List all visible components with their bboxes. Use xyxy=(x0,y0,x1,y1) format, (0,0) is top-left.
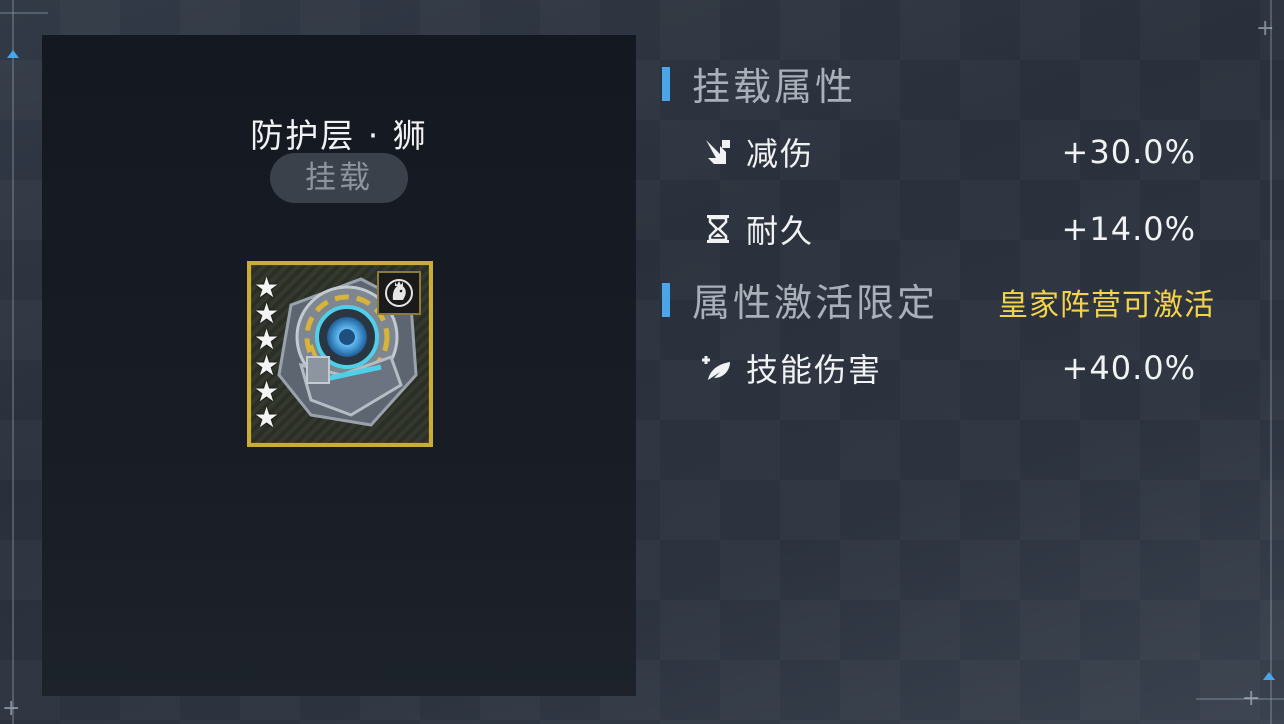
stat-name: 耐久 xyxy=(746,212,815,250)
frame-line-bottom xyxy=(1196,698,1284,700)
lion-icon xyxy=(385,279,413,307)
activation-condition: 皇家阵营可激活 xyxy=(998,288,1215,323)
section-title: 挂载属性 xyxy=(692,65,857,109)
skill-damage-icon xyxy=(700,350,736,386)
stat-value: +40.0% xyxy=(1061,349,1196,387)
frame-line-left xyxy=(12,0,14,724)
stat-name: 技能伤害 xyxy=(746,351,883,389)
stat-row-skill-damage: 技能伤害 +40.0% xyxy=(700,348,1196,389)
section-accent-bar xyxy=(662,66,670,101)
item-detail-panel: 防护层 · 狮 挂载 ★ ★ ★ ★ ★ ★ xyxy=(42,35,636,696)
frame-line-top xyxy=(0,12,48,14)
section-title: 属性激活限定 xyxy=(692,281,939,325)
stat-name: 减伤 xyxy=(746,135,815,173)
corner-plus-icon: + xyxy=(2,696,21,721)
frame-line-right xyxy=(1270,0,1272,724)
section-accent-bar xyxy=(662,282,670,317)
hourglass-icon xyxy=(700,211,736,247)
stat-value: +14.0% xyxy=(1061,210,1196,248)
stat-row-damage-reduction: 减伤 +30.0% xyxy=(700,132,1196,173)
stat-value: +30.0% xyxy=(1061,133,1196,171)
item-title: 防护层 · 狮 xyxy=(250,116,428,155)
stat-row-durability: 耐久 +14.0% xyxy=(700,209,1196,250)
mount-attributes-header: 挂载属性 xyxy=(662,56,856,111)
activation-header: 属性激活限定 xyxy=(662,272,938,327)
star-icon: ★ xyxy=(254,401,280,434)
royal-lion-faction-icon xyxy=(377,271,421,315)
frame-arrow-icon xyxy=(7,50,19,58)
corner-plus-icon: + xyxy=(1256,16,1275,41)
star-rating: ★ ★ ★ ★ ★ ★ xyxy=(254,274,286,434)
corner-plus-icon: + xyxy=(1242,686,1261,711)
item-icon: ★ ★ ★ ★ ★ ★ xyxy=(247,261,433,447)
mount-status-badge: 挂载 xyxy=(270,153,408,203)
frame-arrow-icon xyxy=(1263,672,1275,680)
damage-reduction-icon xyxy=(700,134,736,170)
